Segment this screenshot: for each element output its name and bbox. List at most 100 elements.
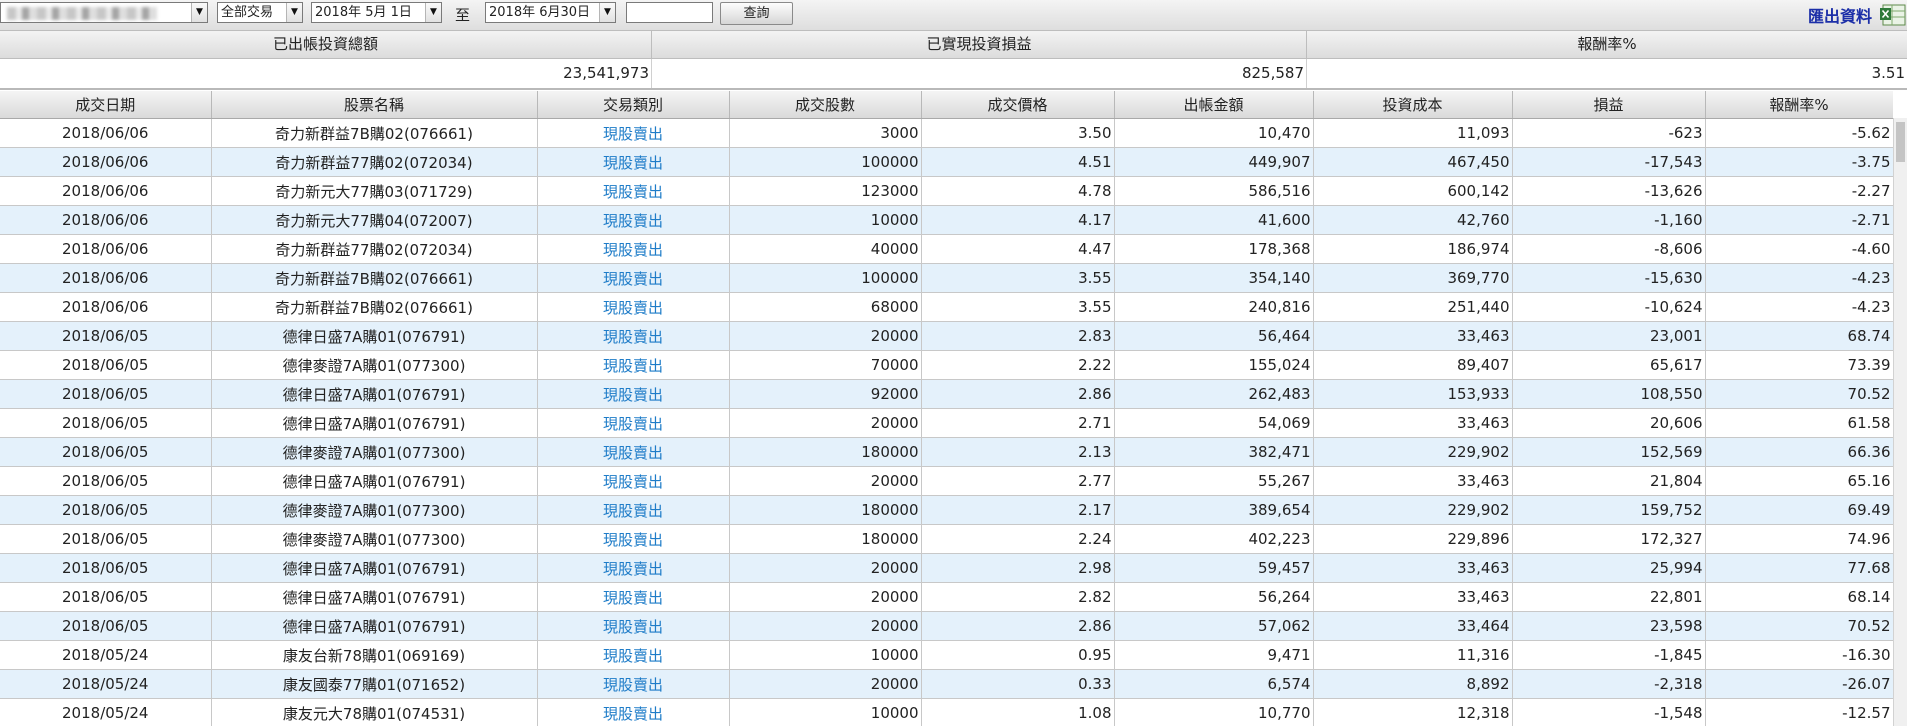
cell-cost: 229,902 (1313, 495, 1513, 525)
cell-price: 2.86 (921, 611, 1115, 641)
column-header-pnl[interactable]: 損益 (1512, 91, 1706, 119)
table-row[interactable]: 2018/06/06 奇力新群益77購02(072034) 現股賣出 100000 4.… (0, 147, 1893, 177)
trade-type-link[interactable]: 現股賣出 (603, 618, 663, 636)
table-row[interactable]: 2018/06/06 奇力新元大77購03(071729) 現股賣出 123000 4.… (0, 176, 1893, 206)
table-row[interactable]: 2018/06/06 奇力新群益77購02(072034) 現股賣出 40000 4.4… (0, 234, 1893, 264)
trade-type-link[interactable]: 現股賣出 (603, 125, 663, 143)
column-header-price[interactable]: 成交價格 (921, 91, 1115, 119)
summary-header: 已出帳投資總額 已實現投資損益 報酬率% (0, 31, 1907, 59)
cell-return: -2.27 (1705, 176, 1893, 206)
toolbar: ▼ 全部交易 ▼ 2018年 5月 1日 ▼ 至 2018年 6月30日 ▼ 查… (0, 0, 1907, 31)
date-to-picker[interactable]: 2018年 6月30日 ▼ (485, 2, 616, 23)
trade-type-link[interactable]: 現股賣出 (603, 705, 663, 723)
table-row[interactable]: 2018/06/05 德律麥證7A購01(077300) 現股賣出 180000 2.1… (0, 437, 1893, 467)
cell-return: -2.71 (1705, 205, 1893, 235)
cell-return: 74.96 (1705, 524, 1893, 554)
trade-type-link[interactable]: 現股賣出 (603, 502, 663, 520)
excel-icon[interactable] (1880, 1, 1907, 28)
trade-type-link[interactable]: 現股賣出 (603, 270, 663, 288)
cell-shares: 180000 (729, 437, 922, 467)
cell-amount: 178,368 (1114, 234, 1314, 264)
vertical-scrollbar[interactable] (1893, 118, 1907, 726)
cell-trade-type: 現股賣出 (537, 118, 730, 148)
trade-type-link[interactable]: 現股賣出 (603, 299, 663, 317)
table-row[interactable]: 2018/05/24 康友元大78購01(074531) 現股賣出 10000 1.08… (0, 698, 1893, 726)
query-button[interactable]: 查詢 (720, 2, 793, 25)
table-row[interactable]: 2018/06/06 奇力新群益7B購02(076661) 現股賣出 68000 3.5… (0, 292, 1893, 322)
cell-trade-date: 2018/05/24 (0, 698, 212, 726)
trade-type-link[interactable]: 現股賣出 (603, 386, 663, 404)
date-from-value: 2018年 5月 1日 (315, 5, 412, 20)
table-row[interactable]: 2018/05/24 康友國泰77購01(071652) 現股賣出 20000 0.33… (0, 669, 1893, 699)
cell-trade-date: 2018/06/06 (0, 205, 212, 235)
trade-type-link[interactable]: 現股賣出 (603, 357, 663, 375)
trade-type-link[interactable]: 現股賣出 (603, 589, 663, 607)
table-row[interactable]: 2018/06/05 德律日盛7A購01(076791) 現股賣出 20000 2.83… (0, 321, 1893, 351)
table-row[interactable]: 2018/06/06 奇力新群益7B購02(076661) 現股賣出 100000 3.… (0, 263, 1893, 293)
transaction-type-select[interactable]: 全部交易 ▼ (217, 2, 303, 23)
table-row[interactable]: 2018/06/05 德律日盛7A購01(076791) 現股賣出 20000 2.98… (0, 553, 1893, 583)
cell-return: -4.60 (1705, 234, 1893, 264)
cell-shares: 3000 (729, 118, 922, 148)
trade-type-link[interactable]: 現股賣出 (603, 473, 663, 491)
column-header-amount[interactable]: 出帳金額 (1114, 91, 1314, 119)
column-header-return[interactable]: 報酬率% (1705, 91, 1893, 119)
chevron-down-icon[interactable]: ▼ (599, 3, 615, 22)
trade-type-link[interactable]: 現股賣出 (603, 328, 663, 346)
table-row[interactable]: 2018/06/05 德律日盛7A購01(076791) 現股賣出 20000 2.86… (0, 611, 1893, 641)
cell-price: 0.33 (921, 669, 1115, 699)
table-row[interactable]: 2018/05/24 康友台新78購01(069169) 現股賣出 10000 0.95… (0, 640, 1893, 670)
keyword-input[interactable] (626, 2, 713, 23)
table-row[interactable]: 2018/06/05 德律日盛7A購01(076791) 現股賣出 20000 2.77… (0, 466, 1893, 496)
cell-pnl: 65,617 (1512, 350, 1706, 380)
cell-stock-name: 奇力新群益77購02(072034) (211, 234, 538, 264)
chevron-down-icon[interactable]: ▼ (191, 3, 207, 22)
cell-trade-type: 現股賣出 (537, 379, 730, 409)
table-row[interactable]: 2018/06/05 德律麥證7A購01(077300) 現股賣出 180000 2.1… (0, 495, 1893, 525)
trade-type-link[interactable]: 現股賣出 (603, 241, 663, 259)
trade-type-link[interactable]: 現股賣出 (603, 415, 663, 433)
column-header-stock-name[interactable]: 股票名稱 (211, 91, 538, 119)
date-from-picker[interactable]: 2018年 5月 1日 ▼ (311, 2, 442, 23)
column-header-trade-type[interactable]: 交易類別 (537, 91, 730, 119)
trade-type-link[interactable]: 現股賣出 (603, 676, 663, 694)
trade-type-link[interactable]: 現股賣出 (603, 183, 663, 201)
cell-shares: 10000 (729, 640, 922, 670)
chevron-down-icon[interactable]: ▼ (286, 3, 302, 22)
cell-return: -12.57 (1705, 698, 1893, 726)
table-row[interactable]: 2018/06/05 德律麥證7A購01(077300) 現股賣出 70000 2.22… (0, 350, 1893, 380)
cell-trade-type: 現股賣出 (537, 582, 730, 612)
trade-type-link[interactable]: 現股賣出 (603, 531, 663, 549)
cell-amount: 155,024 (1114, 350, 1314, 380)
cell-return: 68.14 (1705, 582, 1893, 612)
cell-shares: 100000 (729, 147, 922, 177)
cell-price: 3.50 (921, 118, 1115, 148)
column-header-cost[interactable]: 投資成本 (1313, 91, 1513, 119)
cell-pnl: 23,598 (1512, 611, 1706, 641)
cell-trade-date: 2018/06/05 (0, 495, 212, 525)
trade-type-link[interactable]: 現股賣出 (603, 154, 663, 172)
chevron-down-icon[interactable]: ▼ (425, 3, 441, 22)
account-select[interactable]: ▼ (0, 2, 208, 23)
cell-stock-name: 奇力新元大77購03(071729) (211, 176, 538, 206)
cell-shares: 20000 (729, 408, 922, 438)
cell-shares: 20000 (729, 321, 922, 351)
cell-cost: 33,463 (1313, 408, 1513, 438)
table-row[interactable]: 2018/06/05 德律麥證7A購01(077300) 現股賣出 180000 2.2… (0, 524, 1893, 554)
export-data-link[interactable]: 匯出資料 (1808, 3, 1872, 27)
trade-type-link[interactable]: 現股賣出 (603, 560, 663, 578)
table-row[interactable]: 2018/06/06 奇力新群益7B購02(076661) 現股賣出 3000 3.50… (0, 118, 1893, 148)
column-header-shares[interactable]: 成交股數 (729, 91, 922, 119)
table-row[interactable]: 2018/06/05 德律日盛7A購01(076791) 現股賣出 20000 2.71… (0, 408, 1893, 438)
table-row[interactable]: 2018/06/06 奇力新元大77購04(072007) 現股賣出 10000 4.1… (0, 205, 1893, 235)
column-header-trade-date[interactable]: 成交日期 (0, 91, 212, 119)
summary-header-return-rate: 報酬率% (1577, 35, 1637, 53)
trade-type-link[interactable]: 現股賣出 (603, 647, 663, 665)
table-row[interactable]: 2018/06/05 德律日盛7A購01(076791) 現股賣出 20000 2.82… (0, 582, 1893, 612)
trade-type-link[interactable]: 現股賣出 (603, 444, 663, 462)
table-row[interactable]: 2018/06/05 德律日盛7A購01(076791) 現股賣出 92000 2.86… (0, 379, 1893, 409)
trade-type-link[interactable]: 現股賣出 (603, 212, 663, 230)
cell-amount: 10,770 (1114, 698, 1314, 726)
scrollbar-thumb[interactable] (1896, 122, 1905, 162)
cell-trade-date: 2018/06/05 (0, 379, 212, 409)
